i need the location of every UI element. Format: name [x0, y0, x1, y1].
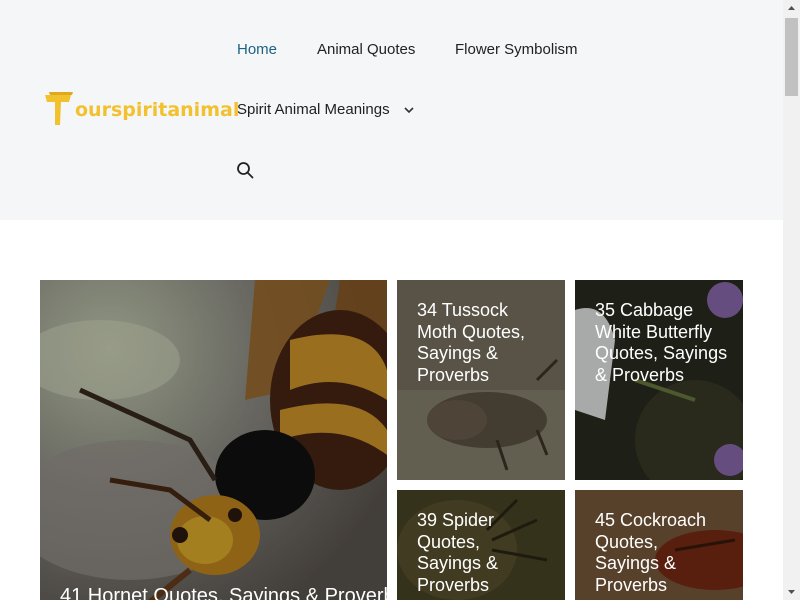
nav-home[interactable]: Home — [237, 41, 277, 58]
site-logo[interactable]: ourspiritanimal — [44, 91, 239, 129]
scroll-up-arrow-icon[interactable] — [783, 0, 800, 17]
chevron-down-icon[interactable] — [404, 106, 414, 114]
post-card-cabbage-white-butterfly[interactable]: 35 Cabbage White Butterfly Quotes, Sayin… — [575, 280, 743, 480]
post-card-spider[interactable]: 39 Spider Quotes, Sayings & Proverbs — [397, 490, 565, 600]
vertical-scrollbar[interactable] — [783, 0, 800, 600]
scroll-down-arrow-icon[interactable] — [783, 583, 800, 600]
nav-spirit-animal-meanings-label: Spirit Animal Meanings — [237, 101, 390, 118]
post-title[interactable]: 41 Hornet Quotes, Sayings & Proverbs — [60, 585, 387, 600]
logo-text: ourspiritanimal — [75, 99, 240, 121]
post-title[interactable]: 39 Spider Quotes, Sayings & Proverbs — [417, 510, 547, 596]
page: ourspiritanimal Home Animal Quotes Flowe… — [0, 0, 783, 600]
scrollbar-thumb[interactable] — [785, 18, 798, 96]
post-card-hornet[interactable]: 41 Hornet Quotes, Sayings & Proverbs — [40, 280, 387, 600]
nav-animal-quotes[interactable]: Animal Quotes — [317, 41, 415, 58]
post-card-cockroach[interactable]: 45 Cockroach Quotes, Sayings & Proverbs — [575, 490, 743, 600]
post-card-tussock-moth[interactable]: 34 Tussock Moth Quotes, Sayings & Prover… — [397, 280, 565, 480]
card-overlay — [40, 280, 387, 600]
nav-spirit-animal-meanings[interactable]: Spirit Animal Meanings — [237, 101, 414, 118]
search-icon[interactable] — [236, 161, 254, 179]
post-title[interactable]: 45 Cockroach Quotes, Sayings & Proverbs — [595, 510, 725, 596]
logo-icon — [45, 92, 73, 125]
site-header: ourspiritanimal Home Animal Quotes Flowe… — [0, 0, 783, 220]
post-title[interactable]: 35 Cabbage White Butterfly Quotes, Sayin… — [595, 300, 735, 386]
nav-flower-symbolism[interactable]: Flower Symbolism — [455, 41, 578, 58]
post-title[interactable]: 34 Tussock Moth Quotes, Sayings & Prover… — [417, 300, 552, 386]
